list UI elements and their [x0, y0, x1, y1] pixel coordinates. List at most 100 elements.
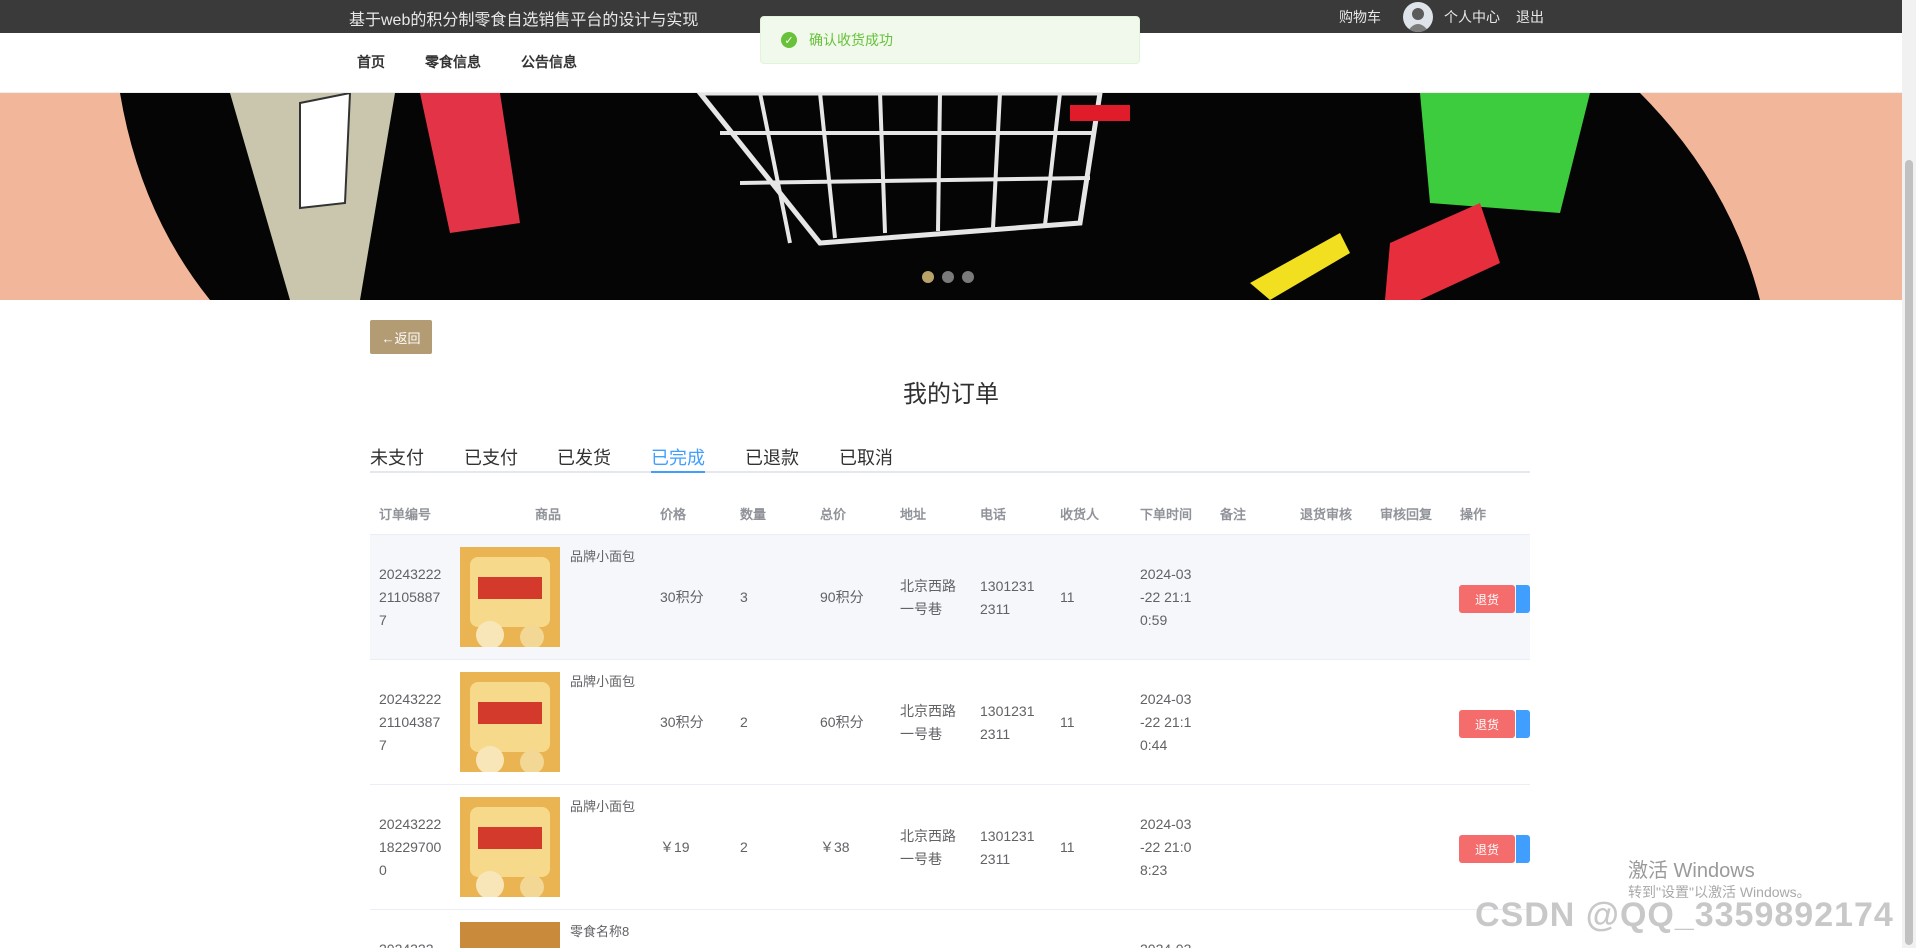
tab-paid[interactable]: 已支付 [464, 444, 518, 470]
logout-link[interactable]: 退出 [1516, 0, 1544, 33]
column-header: 数量 [740, 507, 767, 522]
order-time-line: 2024-03 [1140, 566, 1192, 582]
carousel-dot[interactable] [962, 271, 974, 283]
order-number-line: 0 [379, 862, 387, 878]
tab-refunded[interactable]: 已退款 [745, 444, 799, 470]
order-time-line: 8:23 [1140, 862, 1168, 878]
phone-line: 1301231 [980, 828, 1035, 844]
page-scrollbar[interactable] [1902, 0, 1916, 948]
column-header: 下单时间 [1140, 507, 1193, 522]
tab-cancelled[interactable]: 已取消 [839, 444, 893, 470]
receiver: 11 [1060, 839, 1075, 855]
address-line: 北京西路 [900, 703, 956, 719]
tab-shipped[interactable]: 已发货 [557, 444, 611, 470]
order-number-line: 7 [379, 737, 387, 753]
nav-snacks[interactable]: 零食信息 [425, 52, 481, 72]
phone: 1301231 2311 [980, 575, 1035, 621]
address: 北京西路 一号巷 [900, 700, 956, 746]
total-price: 90积分 [820, 589, 864, 605]
order-number: 20243222 21104387 7 [379, 688, 441, 757]
address-line: 北京西路 [900, 828, 956, 844]
product-image[interactable] [460, 797, 560, 897]
product-name[interactable]: 品牌小面包 [570, 670, 635, 693]
column-header: 商品 [535, 507, 562, 522]
total-price: ￥38 [820, 839, 850, 855]
nav-home[interactable]: 首页 [357, 52, 385, 72]
column-header: 收货人 [1060, 507, 1100, 522]
nav-notices[interactable]: 公告信息 [521, 52, 577, 72]
action-button[interactable] [1516, 585, 1530, 613]
table-row: 20243222 21105887 7 品牌小面包 30积分 3 90积分 北京… [370, 535, 1530, 660]
phone: 1301231 2311 [980, 825, 1035, 871]
order-number: 20243222 21105887 7 [379, 563, 441, 632]
orders-table: 订单编号 商品 价格 数量 总价 地址 电话 收货人 下单时间 备注 退货审核 … [370, 489, 1530, 948]
order-status-tabs: 未支付 已支付 已发货 已完成 已退款 已取消 [370, 440, 1530, 473]
check-circle-icon: ✓ [781, 32, 797, 48]
order-number-line: 20243222 [379, 566, 442, 582]
total-price: 60积分 [820, 714, 864, 730]
quantity: 2 [740, 839, 748, 855]
tab-completed[interactable]: 已完成 [651, 444, 705, 470]
action-button[interactable] [1516, 710, 1530, 738]
address-line: 一号巷 [900, 601, 942, 617]
site-title: 基于web的积分制零食自选销售平台的设计与实现 [349, 12, 699, 29]
table-row: 2024322 零食名称8 2024-03 [370, 910, 1530, 948]
product-image[interactable] [460, 672, 560, 772]
product-image[interactable] [460, 547, 560, 647]
quantity: 2 [740, 714, 748, 730]
product-image[interactable] [460, 922, 560, 948]
product-name[interactable]: 品牌小面包 [570, 795, 635, 818]
order-time-line: 0:44 [1140, 737, 1168, 753]
back-button[interactable]: ←返回 [370, 320, 432, 354]
carousel-dot[interactable] [922, 271, 934, 283]
order-number-line: 21104387 [379, 714, 441, 730]
return-button[interactable]: 退货 [1459, 585, 1515, 613]
phone-line: 2311 [980, 726, 1011, 742]
toast-message: 确认收货成功 [809, 32, 893, 48]
personal-center-link[interactable]: 个人中心 [1444, 0, 1500, 33]
address: 北京西路 一号巷 [900, 825, 956, 871]
address-line: 北京西路 [900, 578, 956, 594]
order-time-line: 2024-03 [1140, 816, 1192, 832]
order-number: 2024322 [379, 938, 434, 948]
phone: 1301231 2311 [980, 700, 1035, 746]
return-button[interactable]: 退货 [1459, 710, 1515, 738]
column-header: 电话 [980, 507, 1007, 522]
order-time-line: -22 21:1 [1140, 589, 1192, 605]
return-button[interactable]: 退货 [1459, 835, 1515, 863]
receiver: 11 [1060, 589, 1075, 605]
avatar[interactable] [1403, 2, 1433, 32]
order-time: 2024-03 [1140, 938, 1191, 948]
banner-carousel[interactable] [0, 93, 1902, 300]
column-header: 审核回复 [1380, 507, 1433, 522]
action-button[interactable] [1516, 835, 1530, 863]
active-tab-indicator [651, 471, 705, 473]
scrollbar-thumb[interactable] [1905, 160, 1913, 945]
product-name[interactable]: 品牌小面包 [570, 545, 635, 568]
order-time-line: -22 21:1 [1140, 714, 1192, 730]
carousel-indicators [922, 271, 974, 283]
page-title: 我的订单 [903, 381, 999, 408]
order-number-line: 20243222 [379, 691, 442, 707]
table-row: 20243222 18229700 0 品牌小面包 ￥19 2 ￥38 北京西路… [370, 785, 1530, 910]
price: ￥19 [660, 839, 690, 855]
windows-activation-title: 激活 Windows [1628, 860, 1755, 882]
order-number-line: 7 [379, 612, 387, 628]
success-toast: ✓ 确认收货成功 [760, 16, 1140, 64]
address-line: 一号巷 [900, 851, 942, 867]
order-time-line: 0:59 [1140, 612, 1168, 628]
column-header: 价格 [660, 507, 687, 522]
column-header: 地址 [900, 507, 927, 522]
address: 北京西路 一号巷 [900, 575, 956, 621]
order-time: 2024-03 -22 21:1 0:44 [1140, 688, 1191, 757]
product-name[interactable]: 零食名称8 [570, 920, 629, 943]
carousel-dot[interactable] [942, 271, 954, 283]
column-header: 订单编号 [379, 507, 432, 522]
tab-unpaid[interactable]: 未支付 [370, 444, 424, 470]
banner-image [0, 93, 1902, 300]
phone-line: 2311 [980, 851, 1011, 867]
receiver: 11 [1060, 714, 1075, 730]
cart-link[interactable]: 购物车 [1339, 0, 1381, 33]
column-header: 退货审核 [1300, 507, 1353, 522]
order-time: 2024-03 -22 21:0 8:23 [1140, 813, 1191, 882]
